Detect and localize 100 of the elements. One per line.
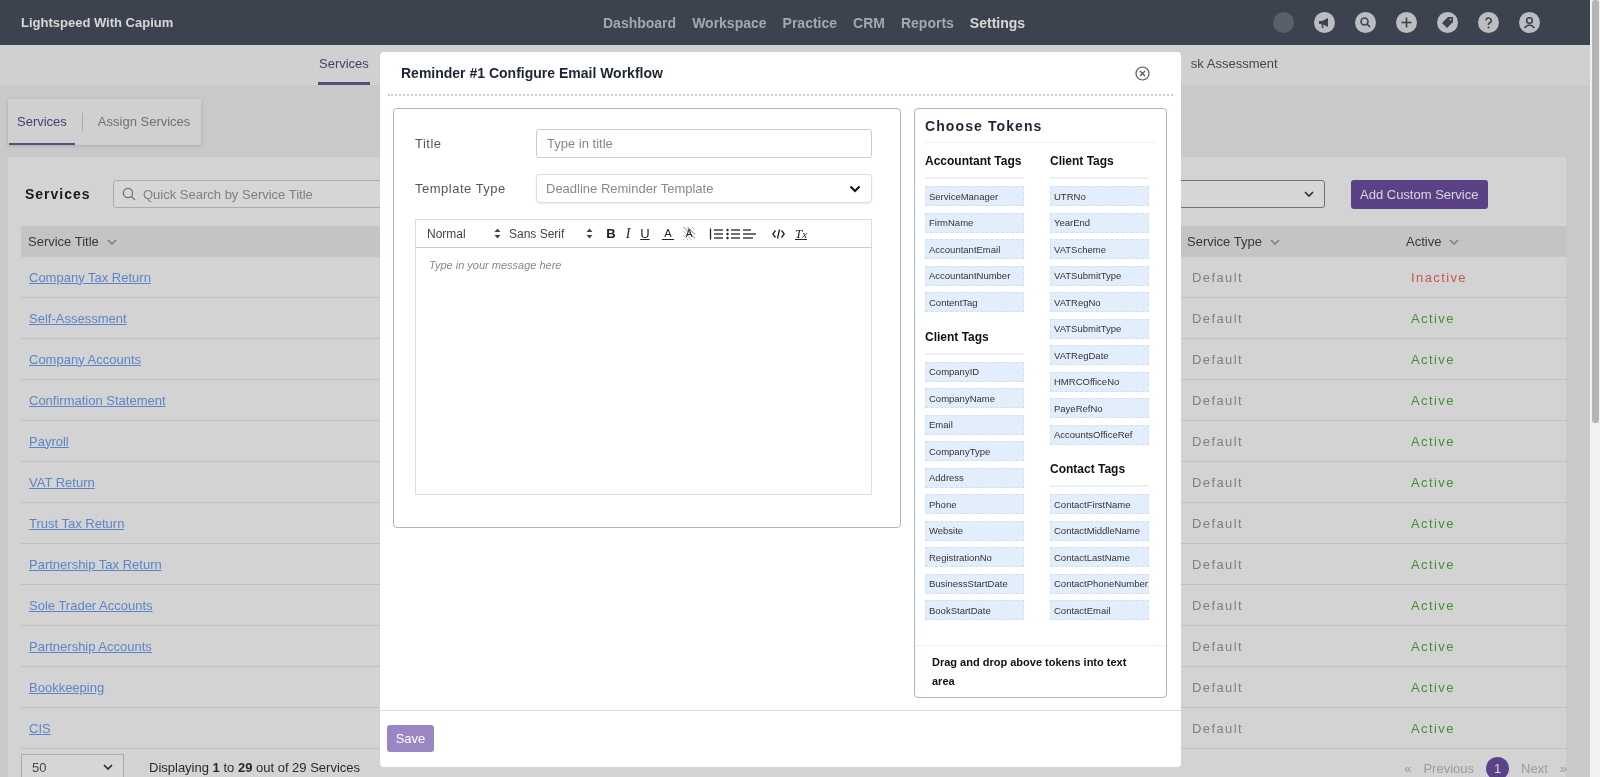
token-chip[interactable]: Phone (925, 494, 1024, 514)
drag-hint-text: Drag and drop above tokens into text area (915, 645, 1166, 697)
token-chip[interactable]: BookStartDate (925, 600, 1024, 620)
token-chip[interactable]: ContactEmail (1050, 600, 1149, 620)
nav-link[interactable]: Workspace (692, 14, 767, 31)
status-text: Active (1410, 433, 1456, 449)
service-type-text: Default (1191, 638, 1244, 654)
token-chip[interactable]: VATSubmitType (1050, 318, 1149, 339)
token-chip[interactable]: ContentTag (925, 292, 1024, 312)
token-chip[interactable]: VATSubmitType (1050, 265, 1149, 286)
font-picker[interactable]: Sans Serif (509, 226, 601, 241)
token-chip[interactable]: FirmName (925, 212, 1024, 233)
column-header: Service Type (1187, 234, 1262, 249)
underline-button[interactable]: U (639, 224, 651, 243)
status-text: Active (1410, 515, 1456, 531)
nav-link[interactable]: Settings (969, 14, 1026, 31)
service-type-text: Default (1191, 351, 1244, 367)
service-type-text: Default (1191, 679, 1244, 695)
nav-link[interactable]: Practice (782, 14, 838, 31)
title-field[interactable]: Type in title (536, 129, 872, 158)
message-field[interactable]: Type in your message here (415, 248, 872, 495)
up-down-icon (494, 228, 501, 239)
brand-name: Lightspeed With Capium (21, 15, 174, 30)
column-header: Active (1406, 234, 1442, 249)
token-chip[interactable]: Email (925, 414, 1024, 435)
service-type-text: Default (1191, 269, 1244, 285)
highlight-button[interactable]: A (683, 227, 695, 240)
sub-nav-tab[interactable]: sk Assessment (1189, 45, 1279, 85)
token-chip[interactable]: ContactPhoneNumber (1050, 573, 1149, 594)
status-text: Active (1410, 638, 1456, 654)
nav-link[interactable]: CRM (853, 14, 885, 31)
up-down-icon (586, 228, 593, 239)
token-chip[interactable]: AccountantNumber (925, 265, 1024, 286)
token-chip[interactable]: AccountsOfficeRef (1050, 424, 1149, 445)
token-chip[interactable]: PayeRefNo (1050, 398, 1149, 418)
italic-button[interactable]: I (622, 224, 634, 243)
tag-group-heading: Client Tags (925, 318, 1024, 355)
status-text: Active (1410, 597, 1456, 613)
service-type-text: Default (1191, 310, 1244, 326)
token-chip[interactable]: HMRCOfficeNo (1050, 371, 1149, 392)
chevron-down-icon (1304, 191, 1314, 197)
format-picker[interactable]: Normal (427, 226, 509, 241)
token-chip[interactable]: VATRegDate (1050, 345, 1149, 365)
tag-icon[interactable] (1437, 12, 1458, 33)
align-left-icon[interactable] (743, 227, 756, 240)
code-icon[interactable] (772, 228, 785, 239)
service-type-text: Default (1191, 392, 1244, 408)
nav-link[interactable]: Dashboard (603, 14, 677, 31)
token-chip[interactable]: AccountantEmail (925, 239, 1024, 259)
token-chip[interactable]: VATScheme (1050, 239, 1149, 259)
user-icon[interactable] (1519, 12, 1540, 33)
column-header: Service Title (28, 234, 99, 249)
status-text: Active (1410, 351, 1456, 367)
close-icon[interactable] (1135, 65, 1150, 81)
search-icon[interactable] (1355, 12, 1376, 33)
service-type-text: Default (1191, 515, 1244, 531)
field-label: Title (415, 136, 443, 151)
chevron-down-icon (106, 238, 117, 245)
token-chip[interactable]: ContactLastName (1050, 547, 1149, 567)
numbered-list-icon[interactable] (709, 227, 723, 240)
chevron-down-icon (1269, 238, 1280, 245)
token-chip[interactable]: ServiceManager (925, 186, 1024, 206)
token-chip[interactable]: ContactFirstName (1050, 494, 1149, 514)
chevron-down-icon (1449, 238, 1460, 245)
page-size-select[interactable]: 50 (21, 754, 124, 777)
token-chip[interactable]: RegistrationNo (925, 547, 1024, 567)
chevron-down-icon (849, 184, 861, 193)
token-chip[interactable]: ContactMiddleName (1050, 520, 1149, 541)
token-chip[interactable]: CompanyType (925, 441, 1024, 461)
token-chip[interactable]: BusinessStartDate (925, 573, 1024, 594)
status-text: Active (1410, 556, 1456, 572)
status-text: Active (1410, 720, 1456, 736)
token-chip[interactable]: CompanyName (925, 388, 1024, 408)
scrollbar-thumb[interactable] (1592, 0, 1599, 423)
panel-title: Choose Tokens (925, 118, 1156, 143)
service-type-text: Default (1191, 433, 1244, 449)
plus-icon[interactable] (1396, 12, 1417, 33)
help-icon[interactable] (1478, 12, 1499, 33)
bullet-list-icon[interactable] (726, 227, 740, 240)
service-type-text: Default (1191, 474, 1244, 490)
tag-group-heading: Client Tags (1050, 143, 1149, 179)
nav-link[interactable]: Reports (900, 14, 954, 31)
token-chip[interactable]: Website (925, 520, 1024, 541)
token-chip[interactable]: YearEnd (1050, 212, 1149, 233)
template-type-select[interactable]: Deadline Reminder Template (536, 174, 872, 203)
status-text: Inactive (1410, 269, 1468, 285)
text-color-button[interactable]: A (662, 227, 674, 240)
modal-title: Reminder #1 Configure Email Workflow (401, 65, 663, 81)
megaphone-icon[interactable] (1314, 12, 1335, 33)
token-chip[interactable]: CompanyID (925, 361, 1024, 382)
bold-button[interactable]: B (605, 224, 617, 243)
token-chip[interactable]: UTRNo (1050, 186, 1149, 206)
service-type-text: Default (1191, 556, 1244, 572)
page-tab[interactable]: Services (9, 99, 75, 145)
add-custom-service-button[interactable]: Add Custom Service (1351, 179, 1488, 209)
status-text: Active (1410, 474, 1456, 490)
status-text: Active (1410, 679, 1456, 695)
token-chip[interactable]: VATRegNo (1050, 292, 1149, 312)
token-chip[interactable]: Address (925, 467, 1024, 488)
sub-nav-tab[interactable]: Services (318, 45, 370, 85)
